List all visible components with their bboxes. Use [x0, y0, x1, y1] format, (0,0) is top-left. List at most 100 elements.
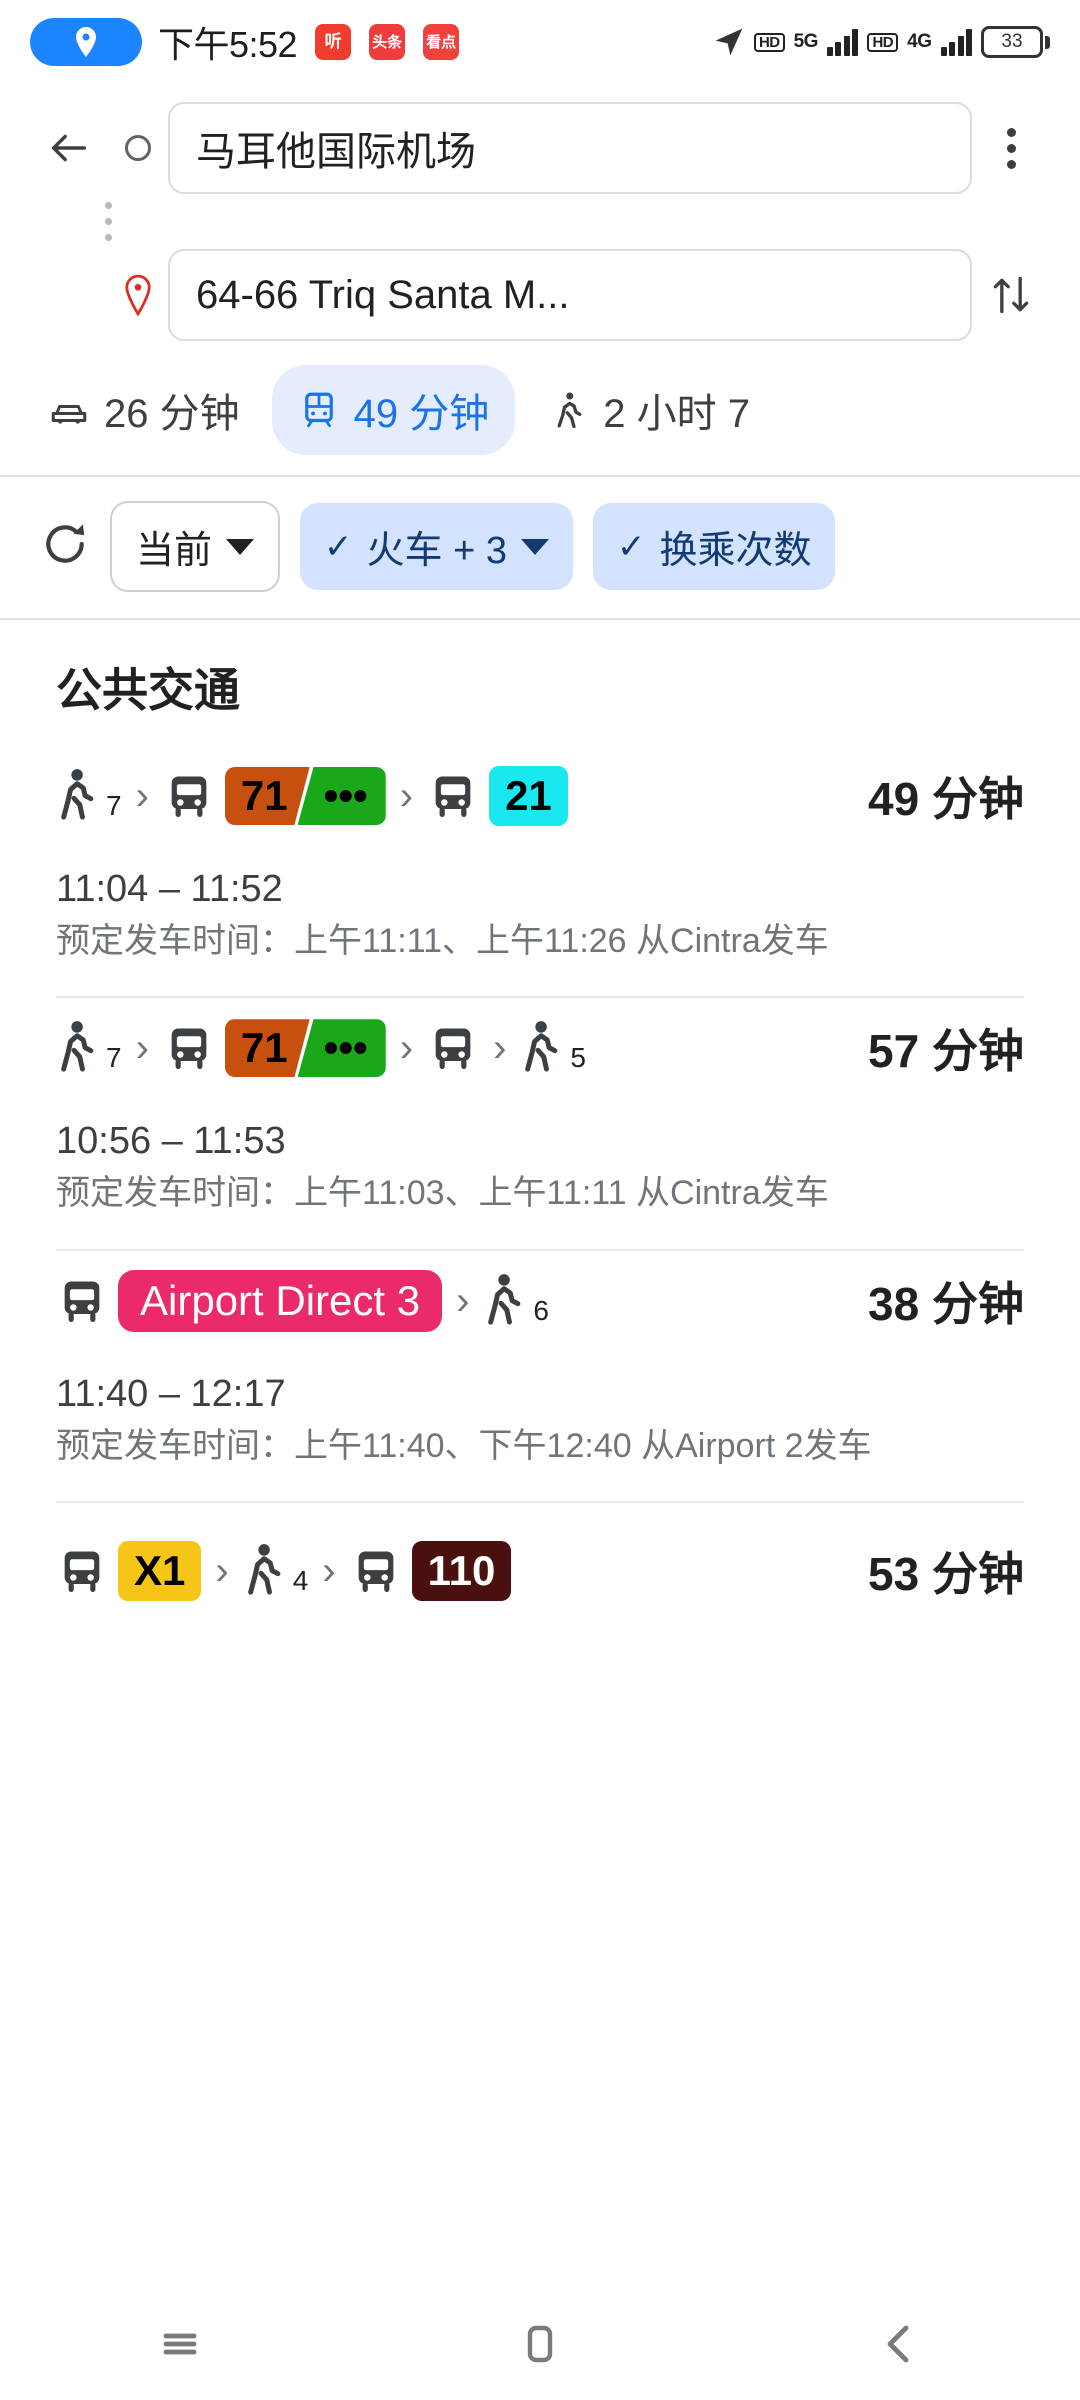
origin-circle-icon: [108, 135, 168, 161]
filter-chip-time-label: 当前: [136, 530, 213, 572]
walk-minutes: 7: [106, 790, 122, 821]
route-scheduled: 预定发车时间：上午11:40、下午12:40 从Airport 2发车: [56, 1426, 872, 1465]
route-badge: X1: [118, 1540, 202, 1601]
walk-icon: [61, 769, 94, 820]
swap-vertical-icon[interactable]: [972, 273, 1050, 317]
refresh-icon[interactable]: [40, 519, 90, 574]
kandian-icon: 看点: [423, 24, 460, 60]
route-option[interactable]: X1 › 4 › 110 53 分钟: [0, 1503, 1080, 1617]
network-label-4g: 4G: [907, 31, 932, 52]
route-option[interactable]: 7 › 71 ••• › 21 49 分钟 11:04 – 11:52 预定发车…: [0, 746, 1080, 996]
route-legs: 7 › 71 ••• › 21: [56, 766, 868, 826]
system-navigation-bar: [0, 2292, 1080, 2400]
route-times: 10:56 – 11:53: [56, 1120, 286, 1163]
toutiao-icon: 头条: [369, 24, 406, 60]
bus-icon: [171, 1028, 207, 1070]
route-badge: 21: [489, 766, 568, 826]
signal-bars-2: [940, 28, 972, 56]
walk-minutes: 6: [533, 1294, 549, 1326]
menu-icon[interactable]: [156, 2320, 204, 2373]
leg-separator-icon: ›: [135, 1026, 149, 1071]
tab-walking[interactable]: 2 小时 7: [521, 365, 776, 455]
transit-leg: 71 •••: [163, 1019, 386, 1078]
route-badge-pair: 71 •••: [224, 767, 386, 825]
check-icon: ✓: [324, 527, 353, 566]
tab-transit[interactable]: 49 分钟: [271, 365, 516, 455]
leg-separator-icon: ›: [135, 774, 149, 818]
home-square-icon[interactable]: [516, 2320, 564, 2373]
route-scheduled: 预定发车时间：上午11:11、上午11:26 从Cintra发车: [56, 922, 829, 960]
route-legs: Airport Direct 3 › 6: [56, 1269, 868, 1332]
tab-driving-label: 26 分钟: [104, 392, 240, 436]
route-duration: 49 分钟: [868, 773, 1024, 825]
route-dash-connector: [78, 194, 138, 249]
filter-chip-modes-label: 火车 + 3: [366, 530, 507, 572]
walk-minutes: 7: [106, 1042, 122, 1074]
walk-minutes: 5: [570, 1042, 586, 1074]
origin-row: 马耳他国际机场: [0, 102, 1080, 194]
hd-badge-2: HD: [867, 32, 899, 52]
filter-chip-time[interactable]: 当前: [110, 501, 281, 592]
route-badge: 71: [224, 1019, 310, 1078]
route-badge: 110: [411, 1540, 512, 1601]
walk-leg: 7: [56, 1019, 122, 1077]
leg-separator-icon: ›: [399, 1026, 414, 1071]
back-arrow-icon[interactable]: [30, 125, 108, 171]
back-chevron-icon[interactable]: [876, 2320, 924, 2373]
filter-chip-modes[interactable]: ✓ 火车 + 3: [300, 503, 573, 590]
navigation-arrow-icon: [715, 28, 743, 56]
status-bar-right: HD 5G HD 4G 33: [713, 26, 1050, 58]
route-option[interactable]: Airport Direct 3 › 6 38 分钟 11:40 – 12:17…: [0, 1251, 1080, 1501]
transit-leg: 21: [427, 766, 568, 826]
leg-separator-icon: ›: [215, 1548, 229, 1593]
tab-driving[interactable]: 26 分钟: [22, 365, 266, 455]
walk-leg: 4: [243, 1542, 309, 1600]
check-icon: ✓: [616, 527, 646, 566]
route-times: 11:40 – 12:17: [56, 1372, 286, 1415]
walk-icon: [557, 392, 582, 429]
bus-icon: [358, 1551, 393, 1592]
results-section-title: 公共交通: [56, 664, 240, 716]
route-legs-row: 7 › 71 ••• › 21 49 分钟: [56, 750, 1024, 842]
signal-bars-1: [826, 28, 859, 56]
status-bar-left: 下午5:52 听 头条 看点: [30, 16, 713, 68]
filter-chip-transfers[interactable]: ✓ 换乘次数: [592, 503, 836, 590]
travel-mode-tabs: 26 分钟 49 分钟 2 小时 7: [0, 351, 1080, 475]
route-badge: 71: [224, 767, 310, 825]
route-badge-pair: 71 •••: [224, 1019, 386, 1078]
transit-leg: 110: [350, 1540, 512, 1601]
bus-icon: [171, 776, 207, 818]
leg-separator-icon: ›: [322, 1548, 336, 1593]
transit-leg: [427, 1022, 479, 1074]
more-vertical-icon[interactable]: [972, 127, 1050, 169]
chevron-down-icon: [520, 538, 549, 555]
route-badge-more: •••: [297, 1019, 386, 1078]
ting-icon: 听: [315, 24, 352, 60]
destination-input[interactable]: 64-66 Triq Santa M...: [168, 249, 972, 341]
transit-icon: [304, 392, 333, 428]
transit-leg: Airport Direct 3: [56, 1269, 443, 1332]
bus-icon: [435, 776, 471, 818]
bus-icon: [435, 1028, 471, 1070]
route-legs: X1 › 4 › 110: [56, 1540, 868, 1601]
route-legs-row: 7 › 71 ••• › › 5 57 分钟: [56, 1002, 1024, 1094]
walk-minutes: 4: [292, 1564, 309, 1596]
walk-icon: [247, 1544, 281, 1595]
app-root: 下午5:52 听 头条 看点 HD 5G HD 4G 33 马耳他国际机场 64…: [0, 0, 1080, 2400]
network-label-5g: 5G: [793, 31, 819, 52]
route-duration: 57 分钟: [868, 1025, 1024, 1078]
route-legs-row: Airport Direct 3 › 6 38 分钟: [56, 1255, 1024, 1347]
route-legs: 7 › 71 ••• › › 5: [56, 1019, 868, 1078]
transit-leg: X1: [56, 1540, 202, 1601]
route-duration: 53 分钟: [868, 1547, 1024, 1600]
chevron-down-icon: [226, 538, 255, 555]
walk-icon: [488, 1273, 521, 1325]
hd-badge-1: HD: [753, 32, 785, 52]
leg-separator-icon: ›: [399, 774, 414, 818]
destination-row: 64-66 Triq Santa M...: [0, 249, 1080, 341]
location-pin-icon: [30, 18, 142, 66]
route-option[interactable]: 7 › 71 ••• › › 5 57 分钟 10:56 – 11:53 预定发…: [0, 998, 1080, 1248]
battery-tip: [1045, 35, 1050, 49]
filter-bar: 当前 ✓ 火车 + 3 ✓ 换乘次数: [0, 477, 1080, 618]
origin-input[interactable]: 马耳他国际机场: [168, 102, 972, 194]
